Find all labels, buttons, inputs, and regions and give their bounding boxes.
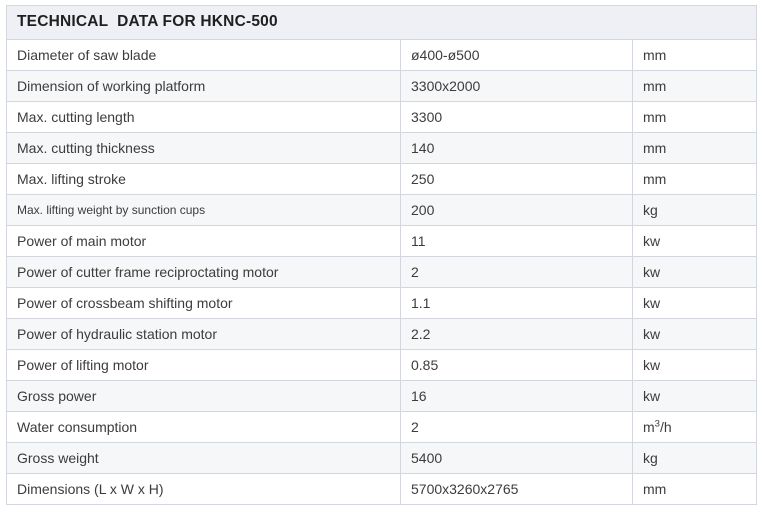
table-row: Power of lifting motor 0.85 kw bbox=[6, 349, 758, 381]
table-body: Diameter of saw blade ø400-ø500 mm Dimensio… bbox=[6, 39, 758, 505]
table-row: Max. cutting length 3300 mm bbox=[6, 101, 758, 133]
table-row: Gross weight 5400 kg bbox=[6, 442, 758, 474]
parameter-cell: Dimensions (L x W x H) bbox=[6, 473, 401, 505]
unit-cell: kw bbox=[631, 318, 758, 350]
parameter-cell: Water consumption bbox=[6, 411, 401, 443]
value-cell: 250 bbox=[400, 163, 633, 195]
table-row: Power of cutter frame reciproctating mot… bbox=[6, 256, 758, 288]
table-row: Power of crossbeam shifting motor 1.1 kw bbox=[6, 287, 758, 319]
technical-data-table: TECHNICAL DATA FOR HKNC-500 Diameter of … bbox=[5, 5, 758, 505]
value-cell: 5700x3260x2765 bbox=[400, 473, 633, 505]
value-cell: 140 bbox=[400, 132, 633, 164]
parameter-cell: Max. lifting weight by sunction cups bbox=[6, 194, 401, 226]
parameter-cell: Power of lifting motor bbox=[6, 349, 401, 381]
parameter-cell: Gross power bbox=[6, 380, 401, 412]
parameter-cell: Max. lifting stroke bbox=[6, 163, 401, 195]
table-row: Diameter of saw blade ø400-ø500 mm bbox=[6, 39, 758, 71]
parameter-cell: Diameter of saw blade bbox=[6, 39, 401, 71]
table-title-row: TECHNICAL DATA FOR HKNC-500 bbox=[5, 5, 758, 40]
unit-cell: mm bbox=[631, 39, 758, 71]
table-row: Dimension of working platform 3300x2000 mm bbox=[6, 70, 758, 102]
parameter-cell: Power of cutter frame reciproctating mot… bbox=[6, 256, 401, 288]
table-row: Max. lifting stroke 250 mm bbox=[6, 163, 758, 195]
parameter-cell: Power of main motor bbox=[6, 225, 401, 257]
parameter-cell: Gross weight bbox=[6, 442, 401, 474]
table-row: Power of main motor 11 kw bbox=[6, 225, 758, 257]
parameter-cell: Dimension of working platform bbox=[6, 70, 401, 102]
value-cell: 5400 bbox=[400, 442, 633, 474]
table-title: TECHNICAL DATA FOR HKNC-500 bbox=[5, 5, 758, 40]
value-cell: ø400-ø500 bbox=[400, 39, 633, 71]
value-cell: 3300 bbox=[400, 101, 633, 133]
parameter-cell: Power of crossbeam shifting motor bbox=[6, 287, 401, 319]
table-header: TECHNICAL DATA FOR HKNC-500 bbox=[5, 5, 758, 40]
table-row: Max. lifting weight by sunction cups 200 k… bbox=[6, 194, 758, 226]
unit-cell: mm bbox=[631, 101, 758, 133]
parameter-cell: Max. cutting thickness bbox=[6, 132, 401, 164]
table-row: Gross power 16 kw bbox=[6, 380, 758, 412]
unit-cell: kw bbox=[631, 349, 758, 381]
value-cell: 0.85 bbox=[400, 349, 633, 381]
unit-cell: mm bbox=[631, 70, 758, 102]
parameter-cell: Power of hydraulic station motor bbox=[6, 318, 401, 350]
unit-cell: kw bbox=[631, 380, 758, 412]
unit-cell: mm bbox=[631, 163, 758, 195]
value-cell: 200 bbox=[400, 194, 633, 226]
unit-cell: kg bbox=[631, 194, 758, 226]
value-cell: 2 bbox=[400, 256, 633, 288]
unit-cell: mm bbox=[631, 473, 758, 505]
value-cell: 1.1 bbox=[400, 287, 633, 319]
table-row: Dimensions (L x W x H) 5700x3260x2765 mm bbox=[6, 473, 758, 505]
table-row: Power of hydraulic station motor 2.2 kw bbox=[6, 318, 758, 350]
unit-cell: m3/h bbox=[631, 411, 758, 443]
value-cell: 16 bbox=[400, 380, 633, 412]
technical-data-table-container: TECHNICAL DATA FOR HKNC-500 Diameter of … bbox=[5, 5, 758, 505]
value-cell: 3300x2000 bbox=[400, 70, 633, 102]
parameter-cell: Max. cutting length bbox=[6, 101, 401, 133]
value-cell: 11 bbox=[400, 225, 633, 257]
value-cell: 2 bbox=[400, 411, 633, 443]
unit-cell: kw bbox=[631, 225, 758, 257]
unit-cell: kw bbox=[631, 287, 758, 319]
table-row: Water consumption 2 m3/h bbox=[6, 411, 758, 443]
value-cell: 2.2 bbox=[400, 318, 633, 350]
unit-cell: mm bbox=[631, 132, 758, 164]
unit-base: m bbox=[643, 418, 655, 435]
unit-cell: kg bbox=[631, 442, 758, 474]
unit-cell: kw bbox=[631, 256, 758, 288]
unit-tail: /h bbox=[659, 418, 672, 435]
table-row: Max. cutting thickness 140 mm bbox=[6, 132, 758, 164]
